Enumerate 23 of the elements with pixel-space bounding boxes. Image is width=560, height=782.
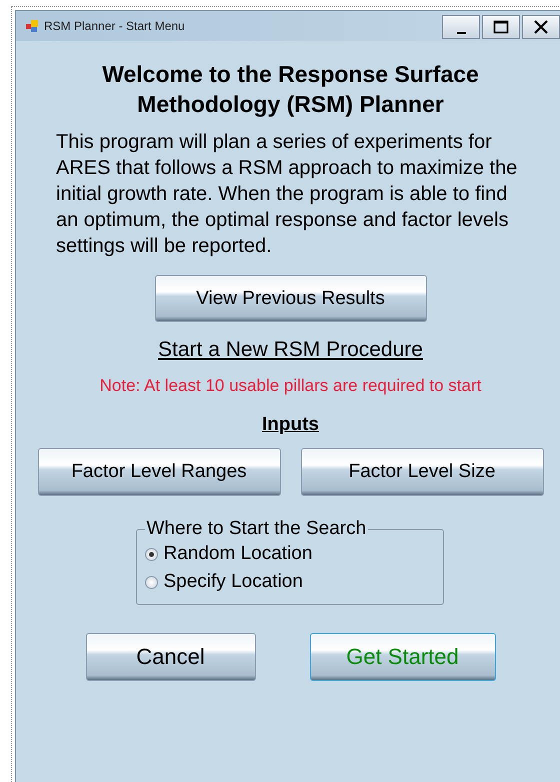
close-button[interactable] (522, 15, 560, 39)
maximize-button[interactable] (482, 15, 520, 39)
close-icon (533, 19, 549, 35)
heading: Welcome to the Response Surface Methodology (RSM) Planner (101, 60, 480, 119)
section-title: Start a New RSM Procedure (158, 338, 423, 362)
view-results-button[interactable]: View Previous Results (154, 275, 426, 322)
radio-button[interactable] (144, 576, 158, 588)
app-icon (26, 20, 38, 32)
window-title: RSM Planner - Start Menu (44, 19, 185, 33)
description-text: This program will plan a series of experiments for ARES that follows a RSM approach to maximize the initial growth rate. When the program is able to find an optimum, the optimal response and factor levels settings will be reported. (56, 130, 518, 259)
group-title: Where to Start the Search (146, 518, 368, 540)
maximize-icon (493, 20, 509, 34)
radio-button[interactable] (144, 548, 158, 560)
radio-label: Random Location (164, 542, 312, 566)
cancel-button[interactable]: Cancel (86, 633, 256, 681)
inputs-title: Inputs (262, 414, 319, 436)
note-text: Note: At least 10 usable pillars are required to start (100, 376, 482, 396)
minimize-icon (456, 32, 466, 34)
factor-button[interactable]: Factor Level Ranges (38, 448, 280, 496)
radio-option[interactable]: Random Location (144, 540, 434, 568)
radio-option[interactable]: Specify Location (144, 568, 434, 596)
factor-button[interactable]: Factor Level Size (300, 448, 544, 496)
radio-label: Specify Location (164, 570, 303, 594)
